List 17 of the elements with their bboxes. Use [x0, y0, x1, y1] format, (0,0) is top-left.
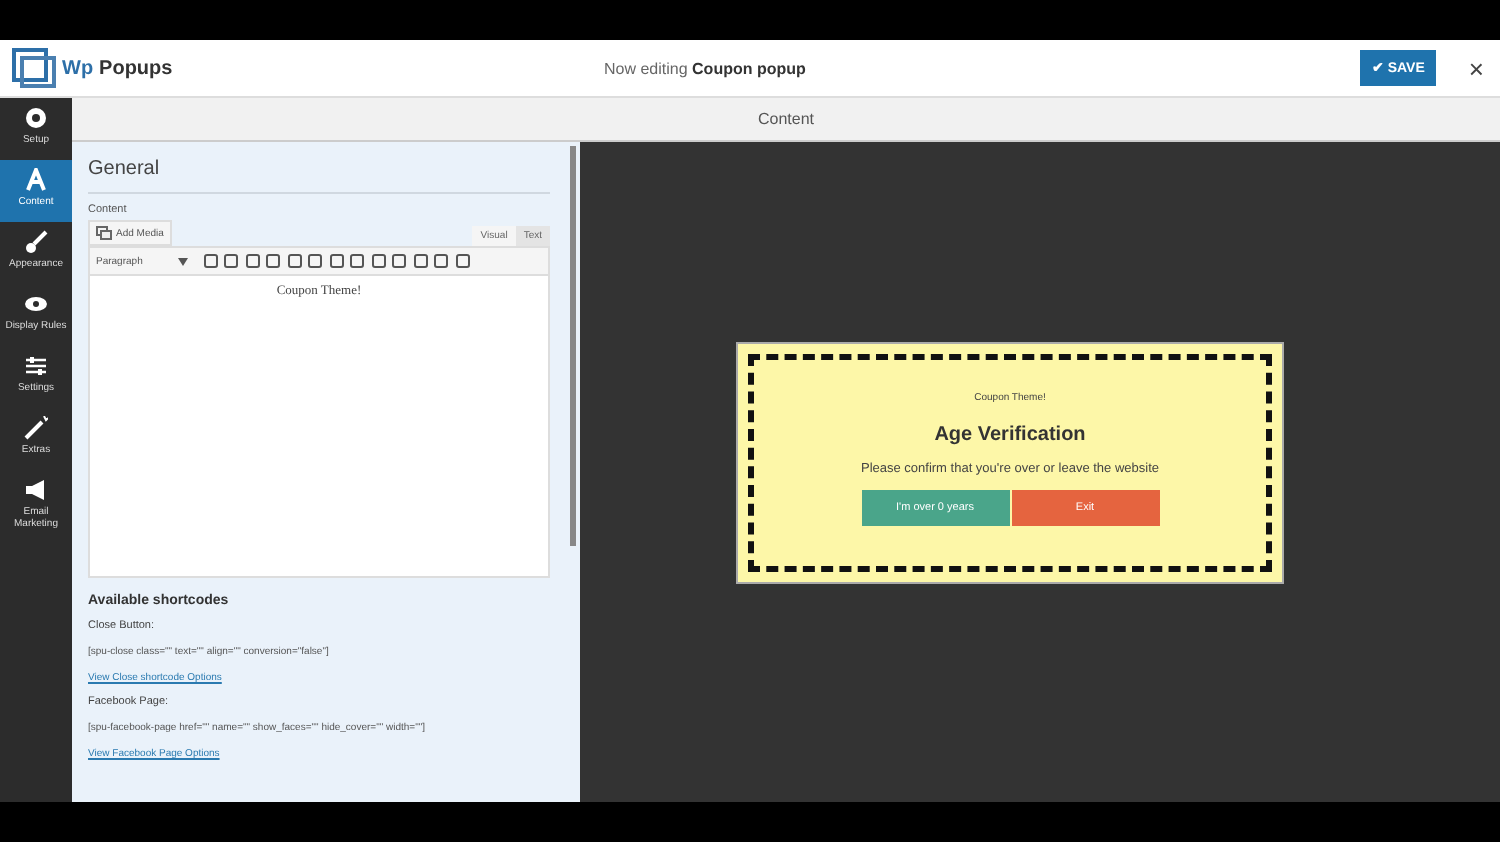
logo-icon	[12, 48, 56, 88]
eye-icon	[24, 292, 48, 316]
media-icon	[96, 226, 112, 240]
popup-title: Age Verification	[934, 424, 1086, 446]
caret-icon	[178, 257, 188, 265]
editing-title: Now editing Coupon popup	[604, 59, 808, 77]
letter-icon	[24, 168, 48, 192]
gear-icon	[24, 106, 48, 130]
megaphone-icon	[24, 478, 48, 502]
brush-icon	[24, 230, 48, 254]
logo-text: Wp	[62, 57, 94, 79]
section-title: Content	[757, 110, 815, 128]
wand-icon	[24, 416, 48, 440]
sliders-icon	[24, 354, 48, 378]
app-title: Popups	[99, 57, 173, 79]
close-button[interactable]: ×	[1464, 53, 1488, 83]
panel-heading: General	[88, 158, 550, 194]
